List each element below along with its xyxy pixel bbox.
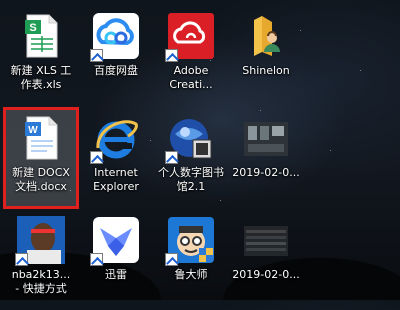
desktop-icon-docx[interactable]: W 新建 DOCX 文档.docx	[3, 107, 79, 209]
shortcut-arrow-icon	[165, 49, 178, 62]
desktop-icon-ludashi[interactable]: 鲁大师	[154, 210, 228, 310]
desktop-icon-digital-library[interactable]: 个人数字图书 馆2.1	[154, 108, 228, 208]
svg-text:W: W	[28, 125, 38, 136]
icon-label: 2019-02-0...	[232, 166, 300, 179]
baidu-netdisk-icon	[90, 12, 140, 62]
icon-label: 个人数字图书 馆2.1	[158, 166, 224, 193]
icon-label: Shinelon	[242, 64, 290, 77]
icon-label: nba2k13... - 快捷方式	[11, 268, 71, 295]
icon-label: Internet Explorer	[93, 166, 139, 193]
icon-label: 2019-02-0...	[232, 268, 300, 281]
shortcut-arrow-icon	[165, 253, 178, 266]
internet-explorer-icon	[90, 114, 140, 164]
xls-file-icon: S	[17, 12, 65, 60]
desktop-icon-xunlei[interactable]: 迅雷	[79, 210, 153, 310]
desktop-icon-video-2[interactable]: 2019-02-0...	[229, 210, 303, 310]
ludashi-icon	[165, 216, 215, 266]
desktop-icon-baidu-netdisk[interactable]: 百度网盘	[79, 6, 153, 106]
icon-label: 鲁大师	[174, 268, 208, 281]
svg-text:S: S	[29, 22, 36, 34]
user-folder-icon	[242, 12, 290, 60]
video-thumbnail-icon	[242, 216, 290, 264]
desktop-icon-nba2k13[interactable]: nba2k13... - 快捷方式	[4, 210, 78, 310]
shortcut-arrow-icon	[90, 151, 103, 164]
digital-library-icon	[165, 114, 215, 164]
icon-label: Adobe Creati...	[169, 64, 213, 91]
shortcut-arrow-icon	[90, 253, 103, 266]
icon-label: 新建 DOCX 文档.docx	[12, 166, 70, 193]
desktop-icon-xls[interactable]: S 新建 XLS 工作表.xls	[4, 6, 78, 106]
shortcut-arrow-icon	[90, 49, 103, 62]
icon-label: 新建 XLS 工作表.xls	[10, 64, 72, 91]
desktop-icon-video-1[interactable]: 2019-02-0...	[229, 108, 303, 208]
desktop-icon-internet-explorer[interactable]: Internet Explorer	[79, 108, 153, 208]
icon-label: 迅雷	[105, 268, 127, 281]
shortcut-arrow-icon	[165, 151, 178, 164]
docx-file-icon: W	[17, 114, 65, 162]
video-thumbnail-icon	[242, 114, 290, 162]
xunlei-icon	[90, 216, 140, 266]
desktop-icon-adobe[interactable]: Adobe Creati...	[154, 6, 228, 106]
icon-label: 百度网盘	[94, 64, 138, 77]
desktop: S 新建 XLS 工作表.xls 百度网盘 Adobe Creati... Sh…	[0, 0, 400, 300]
adobe-creative-cloud-icon	[165, 12, 215, 62]
desktop-icon-shinelon[interactable]: Shinelon	[229, 6, 303, 106]
shortcut-arrow-icon	[15, 253, 28, 266]
nba2k13-icon	[15, 216, 65, 266]
